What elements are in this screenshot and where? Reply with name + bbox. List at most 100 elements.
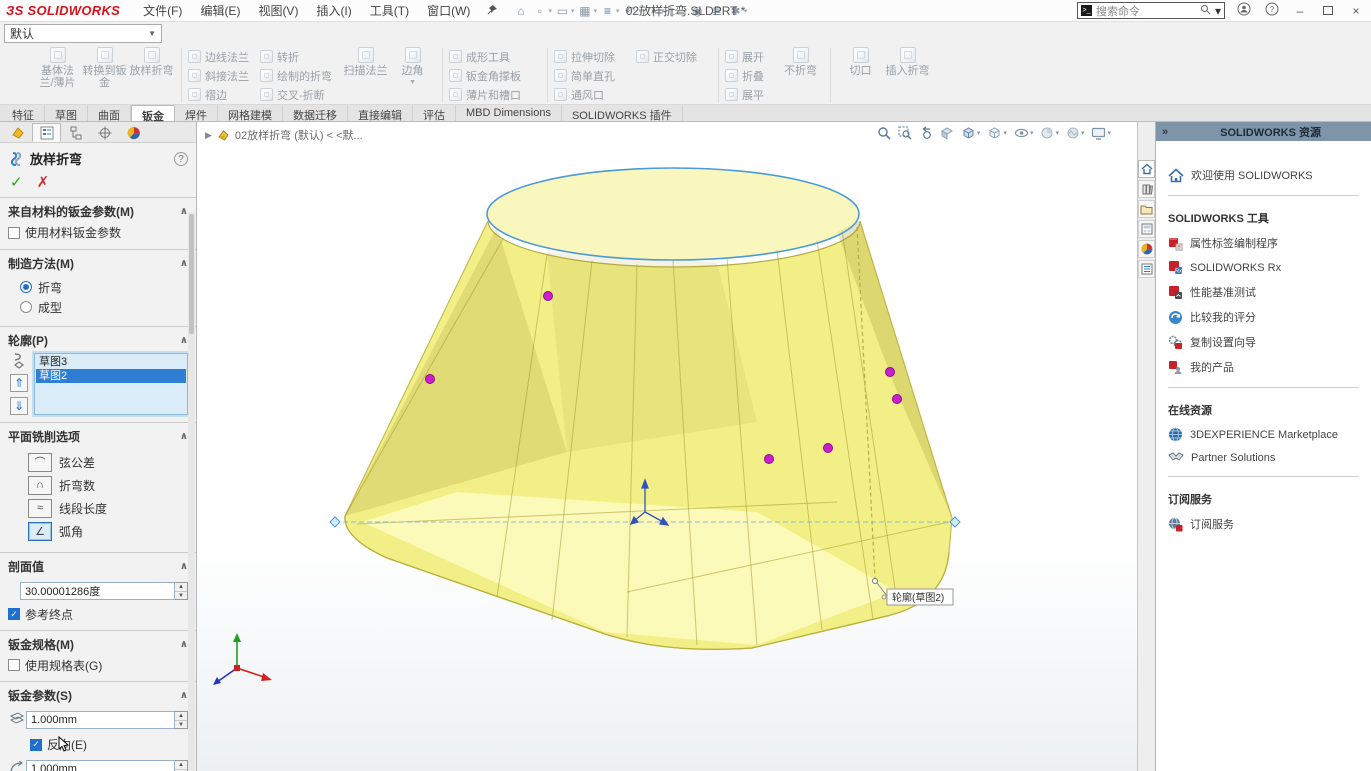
custom-properties-tab-icon[interactable] [1138, 260, 1155, 278]
convert-to-sheet-metal-button[interactable]: 转换到钣金 [81, 46, 128, 89]
welcome-link[interactable]: 欢迎使用 SOLIDWORKS [1168, 167, 1359, 183]
jog-button[interactable]: 转折 [260, 48, 342, 65]
tab-data-migration[interactable]: 数据迁移 [283, 105, 348, 121]
vent-button[interactable]: 通风口 [554, 86, 636, 103]
help-icon[interactable]: ? [174, 152, 188, 166]
save-icon[interactable]: ▦ [576, 2, 593, 19]
rip-button[interactable]: 切口 [837, 46, 884, 77]
home-tab-icon[interactable] [1138, 160, 1155, 178]
number-of-bends-option[interactable]: ∩折弯数 [28, 476, 188, 495]
feature-manager-tab[interactable] [3, 123, 32, 142]
menu-insert[interactable]: 插入(I) [307, 2, 360, 19]
configuration-manager-tab[interactable] [61, 123, 90, 142]
cancel-button[interactable]: ✗ [37, 173, 50, 191]
restore-button[interactable] [1319, 4, 1337, 18]
edit-appearance-icon[interactable]: ▾ [1040, 126, 1059, 140]
search-icon[interactable] [1200, 4, 1211, 18]
flatten-button[interactable]: 展平 [725, 86, 777, 103]
move-up-button[interactable]: ⇑ [10, 374, 28, 392]
section-manufacturing-method-header[interactable]: 制造方法(M)∧ [0, 250, 196, 276]
menu-edit[interactable]: 编辑(E) [191, 2, 249, 19]
property-manager-tab[interactable] [32, 123, 61, 142]
base-flange-button[interactable]: 基体法兰/薄片 [34, 46, 81, 89]
chord-tolerance-option[interactable]: ⌒弦公差 [28, 453, 188, 472]
minimize-button[interactable]: – [1291, 4, 1309, 18]
menu-file[interactable]: 文件(F) [134, 2, 191, 19]
close-button[interactable]: × [1347, 4, 1365, 18]
breadcrumb[interactable]: ▶ 02放样折弯 (默认) < <默... [205, 127, 363, 143]
configuration-dropdown[interactable]: 默认▼ [4, 24, 162, 43]
miter-flange-button[interactable]: 斜接法兰 [188, 67, 260, 84]
connection-point[interactable] [426, 375, 435, 384]
list-item-sketch2[interactable]: 草图2 [36, 369, 186, 383]
section-faceting-options-header[interactable]: 平面铣削选项∧ [0, 423, 196, 449]
ok-button[interactable]: ✓ [10, 173, 23, 191]
save-caret-icon[interactable]: ▾ [593, 7, 597, 15]
tab-solidworks-addins[interactable]: SOLIDWORKS 插件 [562, 105, 683, 121]
bend-radius-input[interactable]: 1.000mm [26, 760, 175, 771]
apply-scene-icon[interactable]: ▾ [1066, 126, 1085, 140]
display-manager-tab[interactable] [119, 123, 148, 142]
view-palette-tab-icon[interactable] [1138, 220, 1155, 238]
display-style-icon[interactable]: ▾ [987, 126, 1007, 140]
open-document-icon[interactable]: ▭ [554, 2, 571, 19]
zoom-to-area-icon[interactable] [898, 126, 912, 140]
graphics-viewport[interactable]: ▶ 02放样折弯 (默认) < <默... ▾ ▾ ▾ ▾ ▾ ▾ [197, 122, 1137, 771]
copy-settings-wizard-link[interactable]: 复制设置向导 [1168, 334, 1359, 350]
formed-radio[interactable]: 成型 [20, 299, 188, 316]
property-tab-builder-link[interactable]: 属性标签编制程序 [1168, 235, 1359, 251]
list-item-sketch3[interactable]: 草图3 [36, 355, 186, 369]
section-view-icon[interactable] [940, 126, 954, 140]
tab-and-slot-button[interactable]: 薄片和槽口 [449, 86, 541, 103]
zoom-to-fit-icon[interactable] [877, 126, 891, 140]
performance-benchmark-link[interactable]: 性能基准测试 [1168, 284, 1359, 300]
property-manager-scrollbar[interactable] [188, 212, 195, 771]
account-icon[interactable] [1235, 2, 1253, 19]
sketched-bend-button[interactable]: 绘制的折弯 [260, 67, 342, 84]
menu-window[interactable]: 窗口(W) [418, 2, 479, 19]
search-caret-icon[interactable]: ▾ [1215, 4, 1221, 18]
compare-my-score-link[interactable]: 比较我的评分 [1168, 309, 1359, 325]
print-caret-icon[interactable]: ▾ [616, 7, 620, 15]
partner-solutions-link[interactable]: Partner Solutions [1168, 451, 1359, 464]
connection-point[interactable] [893, 395, 902, 404]
fold-button[interactable]: 折叠 [725, 67, 777, 84]
insert-bends-button[interactable]: 插入折弯 [884, 46, 931, 77]
section-facet-value-header[interactable]: 剖面值∧ [0, 553, 196, 579]
connection-point[interactable] [886, 368, 895, 377]
pin-menu-icon[interactable] [487, 4, 498, 18]
sheet-metal-gusset-button[interactable]: 钣金角撑板 [449, 67, 541, 84]
marketplace-link[interactable]: 3DEXPERIENCE Marketplace [1168, 427, 1359, 442]
view-settings-icon[interactable]: ▾ [1091, 127, 1111, 140]
segment-length-option[interactable]: ≈线段长度 [28, 499, 188, 518]
facet-value-input[interactable]: 30.00001286度 [20, 582, 175, 600]
home-icon[interactable]: ⌂ [512, 2, 529, 19]
no-bends-button[interactable]: 不折弯 [777, 46, 824, 77]
print-icon[interactable]: ≡ [599, 2, 616, 19]
new-caret-icon[interactable]: ▾ [548, 7, 552, 15]
lofted-bend-button[interactable]: 放样折弯 [128, 46, 175, 77]
expand-tree-icon[interactable]: ▶ [205, 130, 212, 141]
view-orientation-icon[interactable]: ▾ [961, 126, 981, 140]
simple-hole-button[interactable]: 简单直孔 [554, 67, 636, 84]
design-library-tab-icon[interactable] [1138, 180, 1155, 198]
open-caret-icon[interactable]: ▾ [571, 7, 575, 15]
cross-break-button[interactable]: 交叉-折断 [260, 86, 342, 103]
tab-direct-editing[interactable]: 直接编辑 [348, 105, 413, 121]
command-search-box[interactable]: >_ 搜索命令 ▾ [1077, 2, 1225, 19]
profile-list-box[interactable]: 草图3 草图2 [34, 353, 188, 415]
file-explorer-tab-icon[interactable] [1138, 200, 1155, 218]
solidworks-rx-link[interactable]: Rx SOLIDWORKS Rx [1168, 260, 1359, 275]
thickness-input[interactable]: 1.000mm [26, 711, 175, 729]
tab-weldments[interactable]: 焊件 [175, 105, 218, 121]
connection-point[interactable] [765, 455, 774, 464]
reference-endpoint-checkbox[interactable]: ✓参考终点 [8, 606, 73, 623]
extruded-cut-button[interactable]: 拉伸切除 [554, 48, 636, 65]
connection-point[interactable] [824, 444, 833, 453]
top-profile-sketch[interactable] [487, 168, 859, 260]
tab-evaluate[interactable]: 评估 [413, 105, 456, 121]
my-products-link[interactable]: 我的产品 [1168, 359, 1359, 375]
previous-view-icon[interactable] [919, 126, 933, 140]
section-sheet-metal-params-header[interactable]: 钣金参数(S)∧ [0, 682, 196, 708]
menu-tools[interactable]: 工具(T) [361, 2, 418, 19]
